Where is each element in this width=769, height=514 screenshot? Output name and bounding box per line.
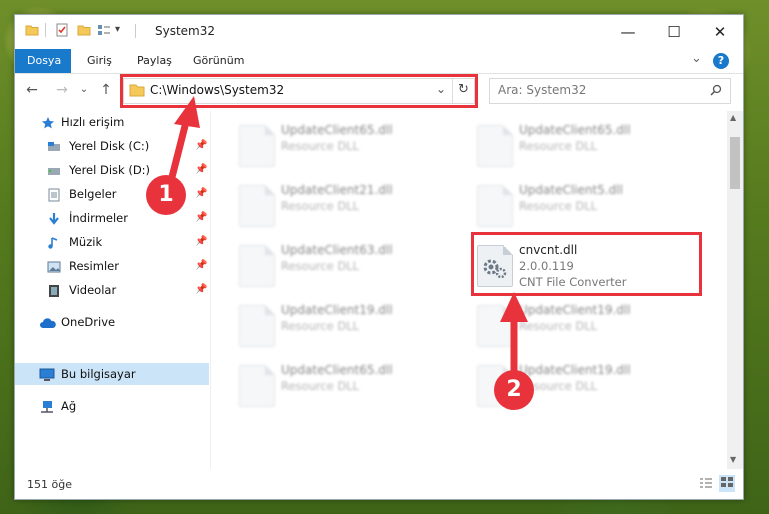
step-badge-1: 1	[146, 175, 186, 215]
arrow-2-head	[500, 292, 528, 322]
step-badge-2: 2	[494, 370, 534, 410]
annotation-arrows	[166, 96, 528, 384]
arrow-1-head	[174, 96, 200, 128]
